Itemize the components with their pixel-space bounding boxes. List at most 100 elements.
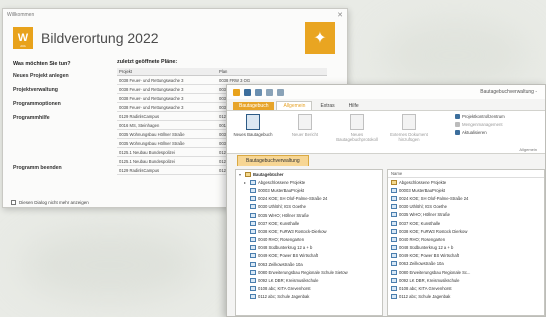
add-external-document-button[interactable]: Externes Dokument hinzufügen bbox=[389, 114, 429, 150]
tree-item[interactable]: 0092 LK DBR; Kreismusikschule bbox=[236, 276, 382, 284]
expand-icon[interactable]: ▸ bbox=[244, 180, 248, 185]
cell-project: 0035 Wohnungsbau Höllner Straße bbox=[117, 129, 217, 139]
tree-item[interactable]: 0037 KOE; Kunsthalle bbox=[236, 219, 382, 227]
tree-root[interactable]: ▾ Bautagebücher bbox=[236, 170, 382, 178]
tab-construction-diary-management[interactable]: Bautagebuchverwaltung bbox=[237, 155, 309, 166]
list-column-header-name[interactable]: Name bbox=[388, 170, 544, 178]
action-exit-program[interactable]: Programm beenden bbox=[13, 165, 62, 171]
close-icon[interactable]: ✕ bbox=[337, 11, 343, 19]
tree-item-label: 0049 KOE; Power BS Wirtschaft bbox=[258, 253, 319, 259]
column-header-project: Projekt bbox=[117, 68, 217, 76]
ribbon-tabs: Bautagebuch Allgemein Extras Hilfe bbox=[227, 99, 545, 110]
list-item[interactable]: 0040 RHO; Rosengarten bbox=[388, 235, 544, 243]
cell-project: 0038 Feuer- und Rettungswache 3 bbox=[117, 75, 217, 85]
list-item-label: 0030 Uthlöhl; IGS Goethe bbox=[399, 204, 447, 210]
tree-item[interactable]: ▸ Abgeschlossene Projekte bbox=[236, 178, 382, 186]
tree-item[interactable]: 0040 RHO; Rosengarten bbox=[236, 236, 382, 244]
main-app-window: Bautagebuchverwaltung - Bautagebuch Allg… bbox=[226, 84, 546, 317]
cell-project: 0125.1 Neubau Bundespolizei bbox=[117, 156, 217, 166]
list-item-label: 0092 LK DBR, Kreismusikschule bbox=[399, 277, 460, 283]
tree-item[interactable]: 0112 abc; Schule Jagenbak bbox=[236, 293, 382, 301]
project-control-center-button[interactable]: Projektkontrollzentrum bbox=[455, 114, 539, 119]
search-icon[interactable] bbox=[277, 88, 284, 96]
print-icon[interactable] bbox=[255, 88, 262, 96]
tree-item[interactable]: 0063 Zeilkowstraße 10a bbox=[236, 260, 382, 268]
action-program-help[interactable]: Programmhilfe bbox=[13, 115, 117, 121]
tree-item-label: 0063 Zeilkowstraße 10a bbox=[258, 261, 303, 267]
tab-bautagebuch[interactable]: Bautagebuch bbox=[233, 102, 275, 110]
book-icon bbox=[391, 286, 397, 292]
new-protocol-button[interactable]: Neues Bautagebuchprotokoll bbox=[336, 114, 378, 150]
list-item-label: 0049 KOE; Power BS Wirtschaft bbox=[399, 253, 460, 259]
list-item[interactable]: 0038 KOE; FuRW3 Rostock Dierkow bbox=[388, 227, 544, 235]
list-item-label: 0080 Erweiterungsbau Regionale Sc... bbox=[399, 269, 471, 275]
tree-item-label: 00003 MusterBauProjekt bbox=[258, 187, 305, 193]
tree-item[interactable]: 0030 Uthlöhl; IGS Goethe bbox=[236, 203, 382, 211]
action-new-project[interactable]: Neues Projekt anlegen bbox=[13, 73, 117, 79]
dialog-window-title: Willkommen bbox=[7, 11, 35, 18]
new-construction-diary-button[interactable]: Neues Bautagebuch bbox=[233, 114, 273, 150]
tree-item-label: 0040 RHO; Rosengarten bbox=[258, 237, 305, 243]
list-item[interactable]: 0063 Zeilkowstraße 10a bbox=[388, 260, 544, 268]
quantity-management-label: Mengenmanagement bbox=[462, 122, 503, 127]
tree-item[interactable]: 0035 WiHO; Höllner Straße bbox=[236, 211, 382, 219]
list-item[interactable]: 0049 KOE; Power BS Wirtschaft bbox=[388, 252, 544, 260]
tree-item[interactable]: 0049 KOE; Power BS Wirtschaft bbox=[236, 252, 382, 260]
action-project-management[interactable]: Projektverwaltung bbox=[13, 87, 117, 93]
protocol-icon bbox=[350, 114, 364, 130]
tree-item[interactable]: 0108 abc; KITA Grevenhorst bbox=[236, 285, 382, 293]
tree-item[interactable]: 0080 Erweiterungsbau Regionale Schule Si… bbox=[236, 268, 382, 276]
logo-subtext: AVA bbox=[20, 44, 26, 48]
refresh-button[interactable]: Aktualisieren bbox=[455, 130, 539, 135]
list-item[interactable]: 0112 abc; Schule Jagenbak bbox=[388, 293, 544, 301]
collapse-icon[interactable]: ▾ bbox=[239, 172, 243, 177]
tree-item[interactable]: 00003 MusterBauProjekt bbox=[236, 186, 382, 194]
list-item-label: 0063 Zeilkowstraße 10a bbox=[399, 261, 444, 267]
quantity-management-button[interactable]: Mengenmanagement bbox=[455, 122, 539, 127]
list-item[interactable]: 0037 KOE; Kunsthalle bbox=[388, 219, 544, 227]
ribbon-group-label: Allgemein bbox=[519, 147, 537, 152]
tree-item-label: 0080 Erweiterungsbau Regionale Schule Si… bbox=[258, 269, 348, 275]
new-report-button[interactable]: Neuer Bericht bbox=[285, 114, 325, 150]
quantity-icon bbox=[455, 122, 460, 127]
book-icon bbox=[391, 277, 397, 283]
undo-icon[interactable] bbox=[266, 88, 273, 96]
tree-item[interactable]: 0038 KOE; FuRW3 Rostock-Dierkow bbox=[236, 227, 382, 235]
book-icon bbox=[391, 253, 397, 259]
list-item[interactable]: 0024 KOE; SH Olof-Palme-Straße 24 bbox=[388, 194, 544, 202]
list-item[interactable]: 0092 LK DBR, Kreismusikschule bbox=[388, 276, 544, 284]
tab-allgemein[interactable]: Allgemein bbox=[276, 101, 313, 110]
list-item[interactable]: 0108 abc; KITA Grevenhorst bbox=[388, 284, 544, 292]
tab-extras[interactable]: Extras bbox=[314, 102, 340, 110]
app-titlebar: Bautagebuchverwaltung - bbox=[227, 85, 545, 99]
diary-tree: ▾ Bautagebücher ▸ Abgeschlossene Projekte… bbox=[235, 169, 383, 316]
book-icon bbox=[391, 269, 397, 275]
cell-project: 0038 Feuer- und Rettungswache 3 bbox=[117, 102, 217, 112]
app-menu-icon[interactable] bbox=[233, 88, 240, 96]
list-item[interactable]: Abgeschlossene Projekte bbox=[388, 178, 544, 186]
list-item-label: 0024 KOE; SH Olof-Palme-Straße 24 bbox=[399, 195, 469, 201]
book-icon bbox=[250, 228, 256, 234]
ribbon-group-general: Projektkontrollzentrum Mengenmanagement … bbox=[455, 114, 539, 138]
app-title: Bautagebuchverwaltung - bbox=[480, 89, 537, 95]
list-item[interactable]: 00003 MusterBauProjekt bbox=[388, 186, 544, 194]
book-icon bbox=[391, 236, 397, 242]
tree-item[interactable]: 0024 KOE; SH Olof-Palme-Straße 24 bbox=[236, 195, 382, 203]
action-program-options[interactable]: Programmoptionen bbox=[13, 101, 117, 107]
tree-item[interactable]: 0048 Südbunterkrug 12 a + b bbox=[236, 244, 382, 252]
dont-show-again-checkbox[interactable] bbox=[11, 200, 16, 205]
list-item-label: 0108 abc; KITA Grevenhorst bbox=[399, 286, 452, 292]
diary-list: Name Abgeschlossene Projekte 00003 Muste… bbox=[387, 169, 545, 316]
dialog-titlebar: Willkommen ✕ bbox=[3, 9, 347, 20]
cell-project: 0129 RadinlsCampus bbox=[117, 165, 217, 175]
book-icon bbox=[391, 261, 397, 267]
list-item[interactable]: 0080 Erweiterungsbau Regionale Sc... bbox=[388, 268, 544, 276]
list-item[interactable]: 0035 WiHO; Höllner Straße bbox=[388, 211, 544, 219]
tree-item-label: 0038 KOE; FuRW3 Rostock-Dierkow bbox=[258, 228, 327, 234]
tab-hilfe[interactable]: Hilfe bbox=[343, 102, 365, 110]
cell-project: 0038 Feuer- und Rettungswache 3 bbox=[117, 93, 217, 103]
save-icon[interactable] bbox=[244, 88, 251, 96]
list-item[interactable]: 0030 Uthlöhl; IGS Goethe bbox=[388, 203, 544, 211]
book-icon bbox=[250, 212, 256, 218]
list-item[interactable]: 0048 Südbunterkrug 12 a + b bbox=[388, 244, 544, 252]
